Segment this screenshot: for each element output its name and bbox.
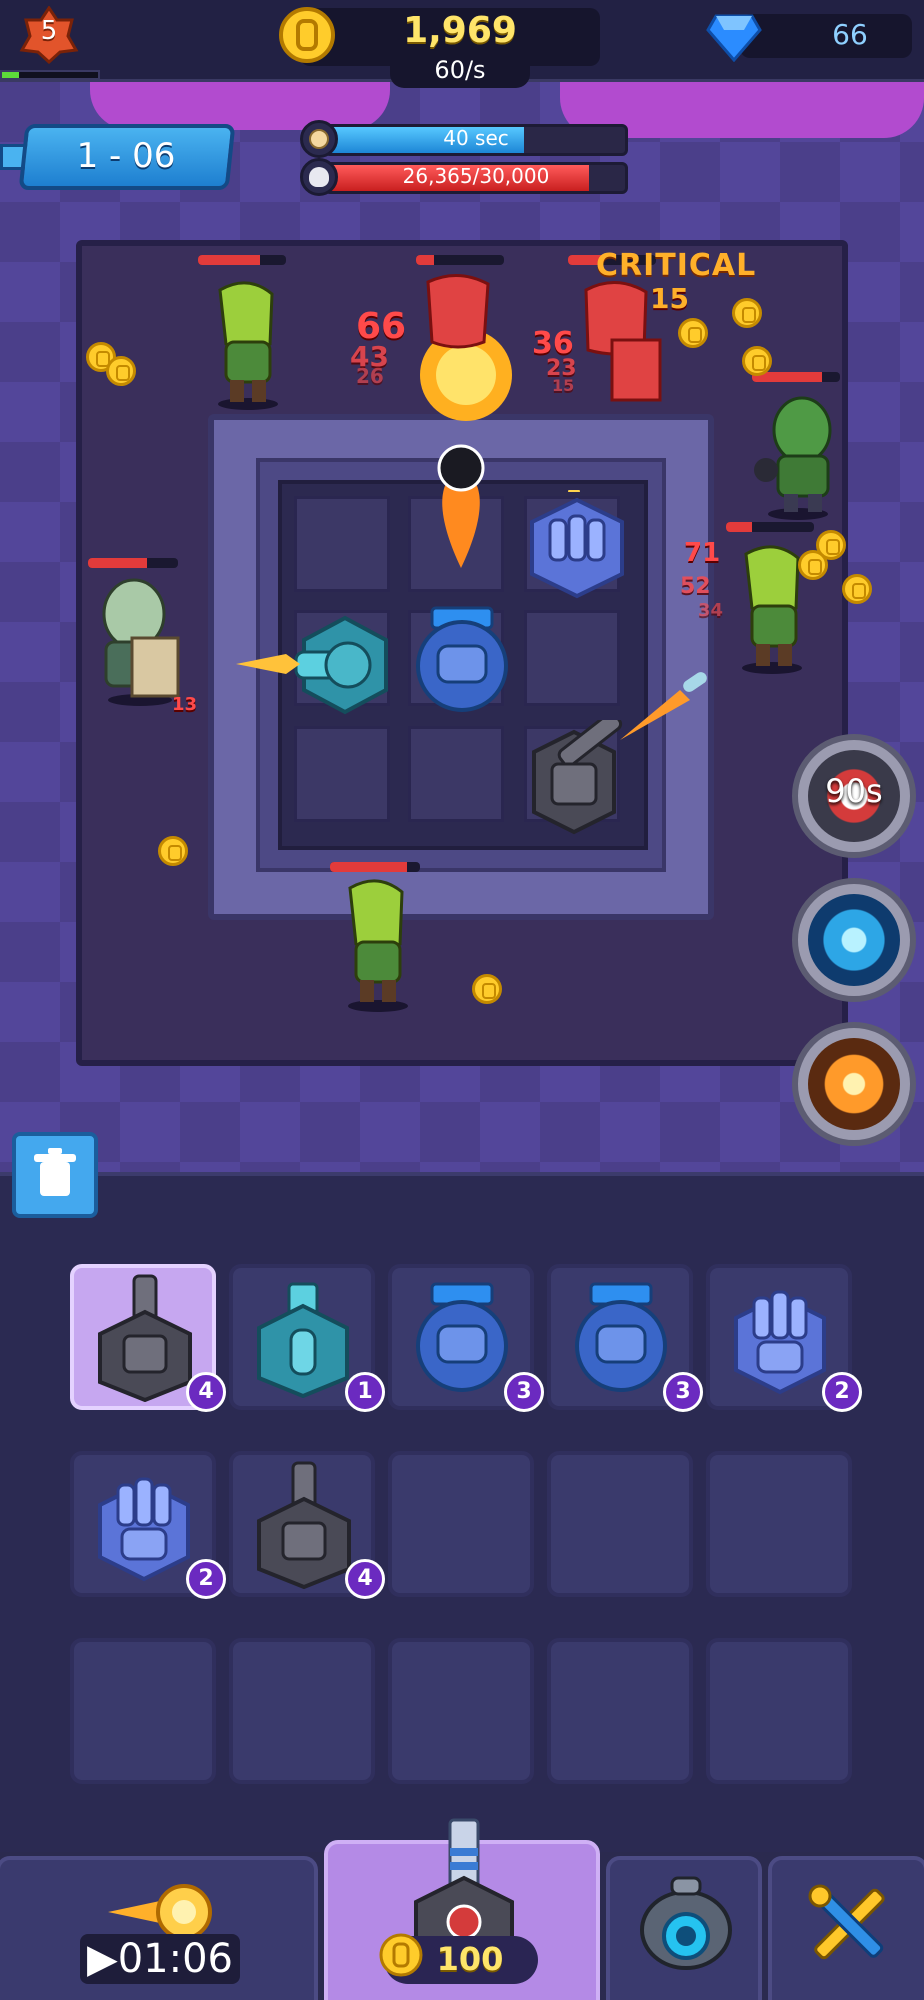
inventory-slot[interactable] (388, 1451, 534, 1597)
shell-projectile (620, 672, 707, 740)
turret-level-badge: 4 (345, 1559, 385, 1599)
inventory-slot[interactable]: 4 (229, 1451, 385, 1599)
turret-level-badge: 2 (822, 1372, 862, 1412)
inventory-slot[interactable]: 2 (70, 1451, 226, 1599)
damage-number: 13 (172, 694, 198, 715)
muzzle-flash (236, 654, 300, 674)
turret-level-badge: 1 (345, 1372, 385, 1412)
twin-gun-turret[interactable] (518, 490, 636, 600)
coin-drop-icon[interactable] (158, 836, 188, 866)
twin-gun-turret-icon (98, 1477, 190, 1582)
inventory-slot[interactable]: 2 (706, 1264, 862, 1412)
bomb-projectile (437, 444, 485, 568)
blue-heavy-turret-icon (575, 1282, 667, 1392)
coin-drop-icon[interactable] (732, 298, 762, 328)
damage-number: 26 (356, 364, 384, 388)
inventory-slot[interactable]: 3 (388, 1264, 544, 1412)
zombie-enemy[interactable] (200, 280, 296, 410)
orc-zombie-enemy[interactable] (750, 390, 846, 520)
coin-icon (279, 7, 335, 63)
skull-icon (300, 158, 338, 196)
damage-number: 52 (680, 574, 711, 599)
gray-cannon-turret-icon (257, 1461, 351, 1589)
coin-drop-icon[interactable] (678, 318, 708, 348)
coin-drop-icon[interactable] (106, 356, 136, 386)
enemy-hp-bar (198, 255, 286, 265)
inventory-slot[interactable] (547, 1451, 693, 1597)
inventory-slot[interactable] (706, 1638, 852, 1784)
stopwatch-icon (300, 120, 338, 158)
critical-hit-label: CRITICAL (596, 248, 757, 283)
meteor-icon (808, 1038, 900, 1130)
player-level: 5 (40, 16, 58, 46)
inventory-slot[interactable]: 3 (547, 1264, 703, 1412)
inventory-slot[interactable] (706, 1451, 852, 1597)
coin-total: 1,969 (403, 10, 517, 51)
grid-cell[interactable] (294, 496, 390, 592)
inventory-slot[interactable] (388, 1638, 534, 1784)
inventory-slot[interactable]: 4 (70, 1264, 226, 1412)
trash-icon (34, 1148, 76, 1196)
trash-button[interactable] (12, 1132, 98, 1218)
turret-level-badge: 3 (504, 1372, 544, 1412)
wrench-screwdriver-icon (808, 1884, 885, 1960)
damage-number: 71 (684, 538, 721, 568)
inventory-slot[interactable] (70, 1638, 216, 1784)
blue-heavy-turret-icon (416, 1282, 508, 1392)
tornado-skill-button[interactable] (792, 878, 916, 1002)
enemy-hp-bar (726, 522, 814, 532)
damage-number: 15 (552, 376, 575, 395)
purple-foliage (90, 82, 390, 130)
turret-level-badge: 2 (186, 1559, 226, 1599)
enemy-hp-bar (330, 862, 420, 872)
diamond-icon (706, 14, 762, 62)
inventory-slot[interactable] (547, 1638, 693, 1784)
grid-cell[interactable] (408, 726, 504, 822)
grid-cell[interactable] (524, 610, 620, 706)
gem-count: 66 (832, 18, 868, 51)
buy-turret-cost: 100 (436, 1940, 504, 1978)
turret-level-badge: 4 (186, 1372, 226, 1412)
teal-cannon-turret-icon (257, 1282, 349, 1398)
enemy-hp-bar (416, 255, 504, 265)
coin-rate: 60/s (434, 56, 486, 84)
speed-boost-timer: ▶01:06 (86, 1936, 234, 1982)
coin-drop-icon[interactable] (742, 346, 772, 376)
boss-hp-text: 26,365/30,000 (402, 164, 550, 188)
level-progress-fill (2, 72, 20, 78)
turret-level-badge: 3 (663, 1372, 703, 1412)
coin-drop-icon[interactable] (798, 550, 828, 580)
robot-button[interactable] (606, 1856, 762, 2000)
damage-number: 15 (650, 282, 689, 315)
inventory-slot[interactable] (229, 1638, 375, 1784)
skill-cooldown-label: 90s (825, 772, 883, 810)
zombie-enemy-hit[interactable] (418, 272, 498, 382)
zombie-enemy[interactable] (330, 878, 426, 1012)
stage-label: 1 - 06 (76, 136, 176, 176)
blue-heavy-turret[interactable] (408, 606, 516, 716)
wave-timer-text: 40 sec (443, 126, 509, 150)
coin-drop-icon[interactable] (842, 574, 872, 604)
robot-helmet-icon (640, 1876, 732, 1970)
meteor-skill-button[interactable] (792, 1022, 916, 1146)
enemy-hp-bar (88, 558, 178, 568)
grid-cell[interactable] (294, 726, 390, 822)
shield-zombie-enemy[interactable] (90, 576, 200, 706)
level-progress-bar (0, 70, 100, 80)
inventory-slot[interactable]: 1 (229, 1264, 385, 1412)
teal-cannon-turret[interactable] (290, 612, 400, 718)
coin-drop-icon[interactable] (472, 974, 502, 1004)
damage-number: 34 (698, 600, 724, 621)
tools-button[interactable] (768, 1856, 924, 2000)
twin-gun-turret-icon (734, 1290, 826, 1395)
tornado-icon (808, 894, 900, 986)
gray-cannon-turret-icon (98, 1274, 192, 1402)
